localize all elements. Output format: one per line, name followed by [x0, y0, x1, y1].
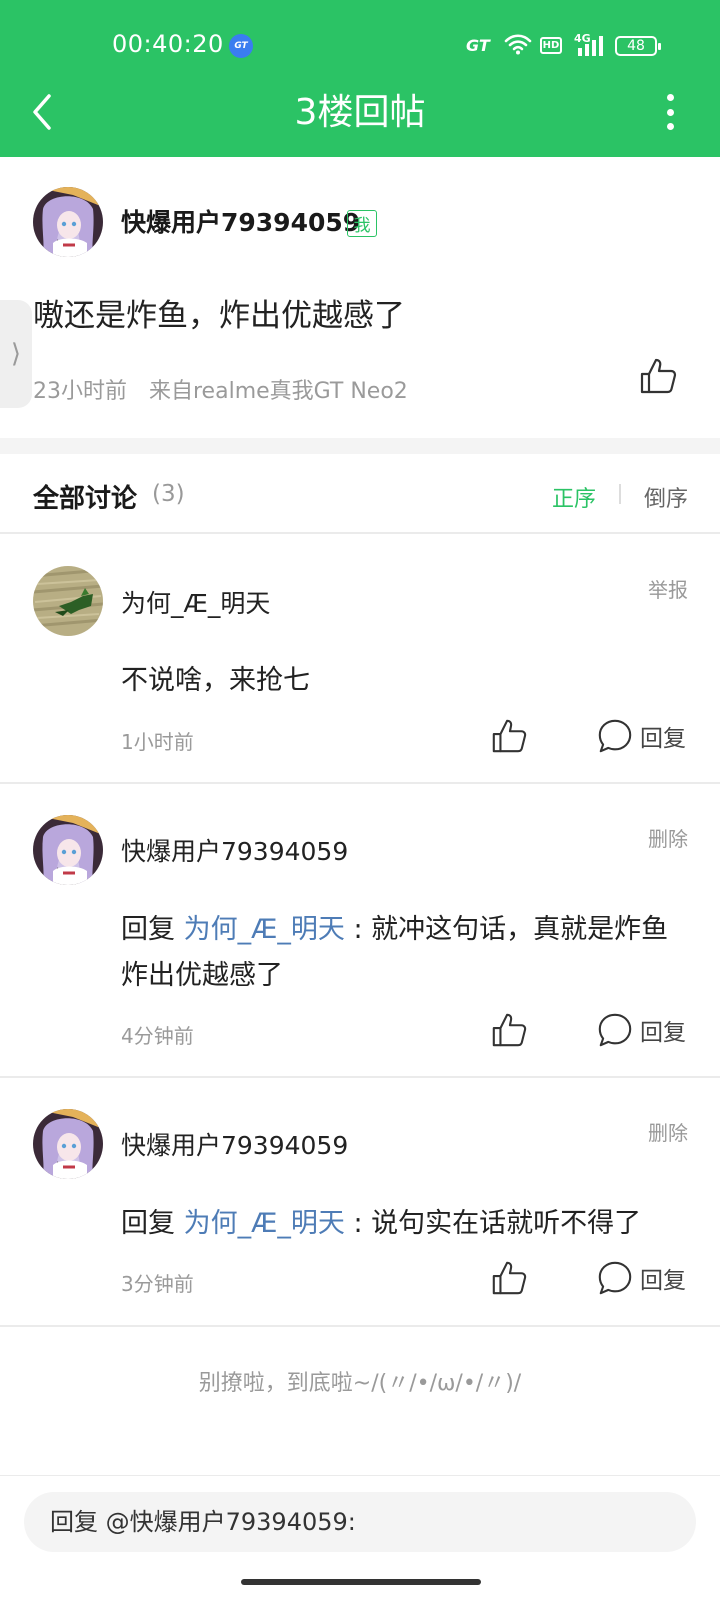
reply-to-user-link[interactable]: 为何_Æ_明天 — [184, 1208, 345, 1239]
discussion-title: 全部讨论 — [33, 484, 138, 514]
comment-like-icon[interactable] — [490, 1011, 528, 1049]
hd-icon: HD — [540, 37, 562, 54]
reply-label: 回复 — [640, 1020, 686, 1046]
comment-bubble-icon — [596, 717, 634, 755]
comment-author[interactable]: 快爆用户79394059 — [121, 832, 348, 868]
home-indicator[interactable] — [241, 1579, 481, 1585]
post-meta: 23小时前 来自realme真我GT Neo2 — [33, 373, 408, 405]
comment-reply-button[interactable]: 回复 — [596, 1259, 686, 1297]
comment-time: 1小时前 — [121, 730, 194, 754]
side-drawer-handle[interactable]: ⟩ — [0, 300, 32, 408]
sort-ascending-tab[interactable]: 正序 — [552, 481, 596, 513]
app-header: 00:40:20 GT GT HD 4G 48 3楼回帖 — [0, 0, 720, 157]
report-button[interactable]: 举报 — [648, 574, 688, 603]
comment-author[interactable]: 为何_Æ_明天 — [121, 584, 270, 620]
comment-reply-button[interactable]: 回复 — [596, 1011, 686, 1049]
comment-text: 回复 为何_Æ_明天 : 就冲这句话，真就是炸鱼炸出优越感了 — [121, 907, 681, 999]
reply-to-user-link[interactable]: 为何_Æ_明天 — [184, 914, 345, 945]
gt-mode-icon: GT — [229, 34, 253, 58]
sort-divider — [619, 484, 621, 504]
more-dot-icon — [666, 123, 674, 130]
post-source: 来自realme真我GT Neo2 — [149, 379, 408, 404]
post-time: 23小时前 — [33, 379, 127, 404]
gt-label-icon: GT — [466, 36, 490, 55]
signal-icon — [576, 35, 606, 61]
post-author-name[interactable]: 快爆用户79394059 — [121, 203, 360, 239]
divider — [0, 1076, 720, 1078]
comment-like-icon[interactable] — [490, 1259, 528, 1297]
comment-avatar[interactable] — [33, 566, 103, 636]
comment-avatar[interactable] — [33, 815, 103, 885]
post-content: 嗷还是炸鱼，炸出优越感了 — [33, 298, 405, 334]
section-divider — [0, 438, 720, 454]
reply-input-bar — [0, 1475, 720, 1600]
reply-prefix: 回复 — [121, 914, 184, 945]
page-title: 3楼回帖 — [294, 92, 426, 133]
comment-body: : 说句实在话就听不得了 — [344, 1208, 642, 1239]
more-dot-icon — [666, 108, 674, 116]
comment-text: 不说啥，来抢七 — [121, 665, 310, 696]
comment-text: 回复 为何_Æ_明天 : 说句实在话就听不得了 — [121, 1201, 681, 1247]
comment-bubble-icon — [596, 1011, 634, 1049]
sort-descending-tab[interactable]: 倒序 — [644, 481, 688, 513]
end-of-list-message: 别撩啦，到底啦~/(〃/•/ω/•/〃)/ — [198, 1371, 522, 1396]
delete-button[interactable]: 删除 — [648, 823, 688, 852]
comment-like-icon[interactable] — [490, 717, 528, 755]
more-options-button[interactable] — [655, 92, 685, 132]
comment-time: 4分钟前 — [121, 1024, 194, 1048]
comment-author[interactable]: 快爆用户79394059 — [121, 1126, 348, 1162]
reply-label: 回复 — [640, 726, 686, 752]
comment-time: 3分钟前 — [121, 1272, 194, 1296]
reply-prefix: 回复 — [121, 1208, 184, 1239]
back-button[interactable] — [20, 90, 64, 134]
divider — [0, 1325, 720, 1327]
delete-button[interactable]: 删除 — [648, 1117, 688, 1146]
post-author-avatar[interactable] — [33, 187, 103, 257]
chevron-left-icon — [33, 94, 51, 130]
comment-bubble-icon — [596, 1259, 634, 1297]
more-dot-icon — [666, 94, 674, 101]
reply-input[interactable] — [24, 1492, 696, 1552]
discussion-count: (3) — [152, 481, 185, 507]
wifi-icon — [504, 33, 532, 59]
comment-avatar[interactable] — [33, 1109, 103, 1179]
status-time: 00:40:20 — [112, 30, 224, 58]
post-like-icon[interactable] — [638, 356, 678, 396]
reply-label: 回复 — [640, 1268, 686, 1294]
battery-icon: 48 — [615, 36, 661, 56]
me-badge: 我 — [347, 210, 377, 237]
status-bar: 00:40:20 GT GT HD 4G 48 — [0, 0, 720, 80]
divider — [0, 532, 720, 534]
comment-reply-button[interactable]: 回复 — [596, 717, 686, 755]
divider — [0, 782, 720, 784]
